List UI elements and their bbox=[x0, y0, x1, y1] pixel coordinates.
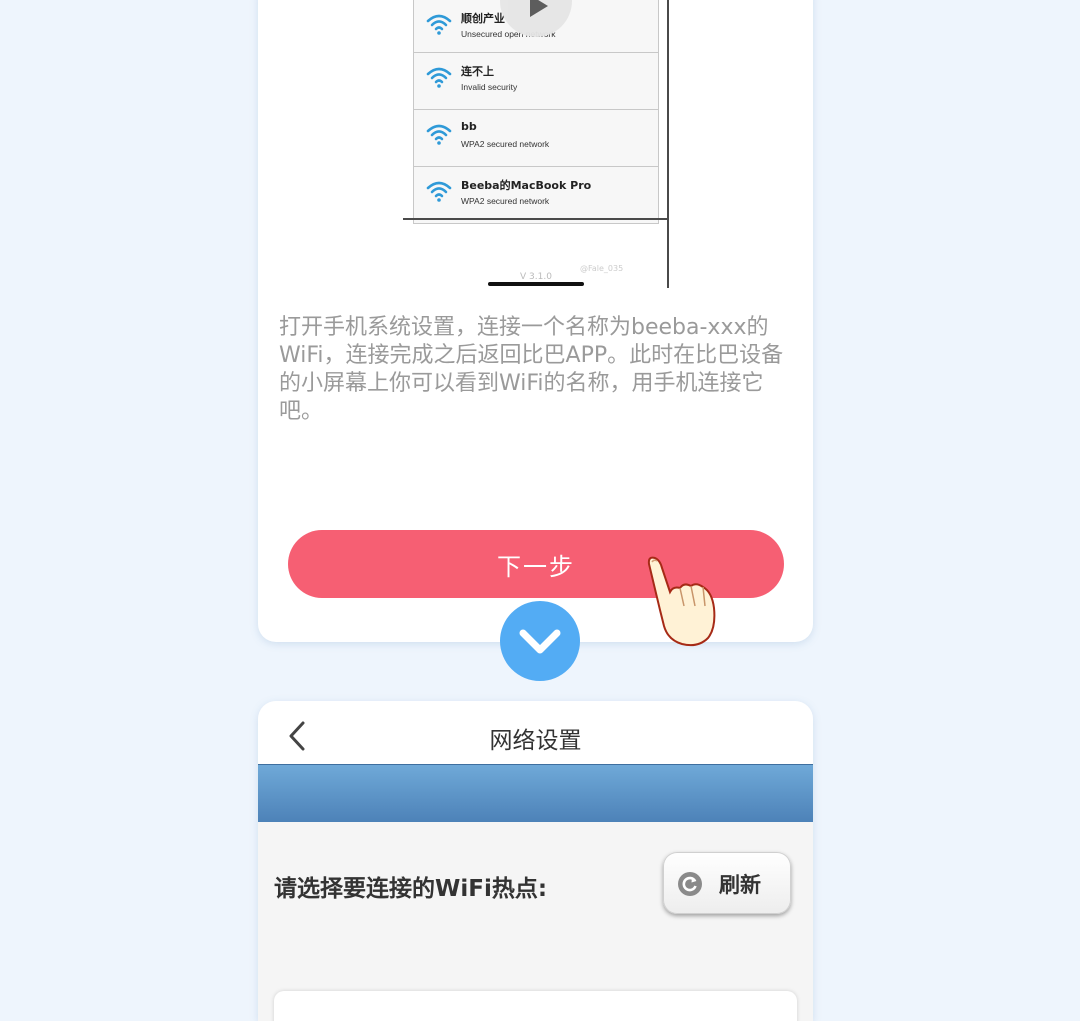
watermark-text: @Fale_035 bbox=[580, 264, 624, 273]
pointing-hand-icon bbox=[647, 556, 716, 647]
wifi-icon bbox=[426, 181, 452, 202]
wifi-list-item: Beeba的MacBook Pro WPA2 secured network bbox=[413, 167, 659, 224]
nav-bar: 网络设置 bbox=[258, 701, 813, 764]
header-band bbox=[258, 764, 813, 822]
wifi-status: WPA2 secured network bbox=[461, 196, 550, 206]
list-divider bbox=[403, 218, 669, 220]
wifi-name: 顺创产业 bbox=[461, 12, 505, 25]
wifi-status: Invalid security bbox=[461, 82, 518, 92]
wifi-icon bbox=[426, 14, 452, 35]
wifi-name: bb bbox=[461, 120, 477, 133]
wifi-icon bbox=[426, 124, 452, 145]
wifi-name: Beeba的MacBook Pro bbox=[461, 179, 592, 192]
wifi-name: 连不上 bbox=[461, 65, 494, 78]
refresh-label: 刷新 bbox=[719, 873, 761, 897]
wifi-select-prompt: 请选择要连接的WiFi热点: bbox=[274, 876, 548, 902]
instruction-text: 打开手机系统设置，连接一个名称为beeba-xxx的WiFi，连接完成之后返回比… bbox=[279, 315, 784, 424]
wifi-icon bbox=[426, 67, 452, 88]
wifi-hotspot-list bbox=[274, 991, 797, 1021]
phone-screenshot: 顺创产业 Unsecured open network 连不上 Invalid … bbox=[403, 0, 669, 288]
play-icon bbox=[530, 0, 548, 17]
wifi-list-item: bb WPA2 secured network bbox=[413, 110, 659, 167]
wifi-list-item: 连不上 Invalid security bbox=[413, 53, 659, 110]
refresh-button[interactable]: 刷新 bbox=[663, 852, 791, 914]
network-settings-card: 网络设置 请选择要连接的WiFi热点: 刷新 bbox=[258, 701, 813, 1021]
chevron-down-icon bbox=[519, 629, 561, 654]
next-arrow-circle bbox=[500, 601, 580, 681]
home-indicator bbox=[488, 282, 584, 286]
refresh-icon bbox=[678, 872, 702, 896]
wifi-status: WPA2 secured network bbox=[461, 139, 550, 149]
page-title: 网络设置 bbox=[489, 728, 582, 754]
version-text: V 3.1.0 bbox=[520, 272, 552, 282]
